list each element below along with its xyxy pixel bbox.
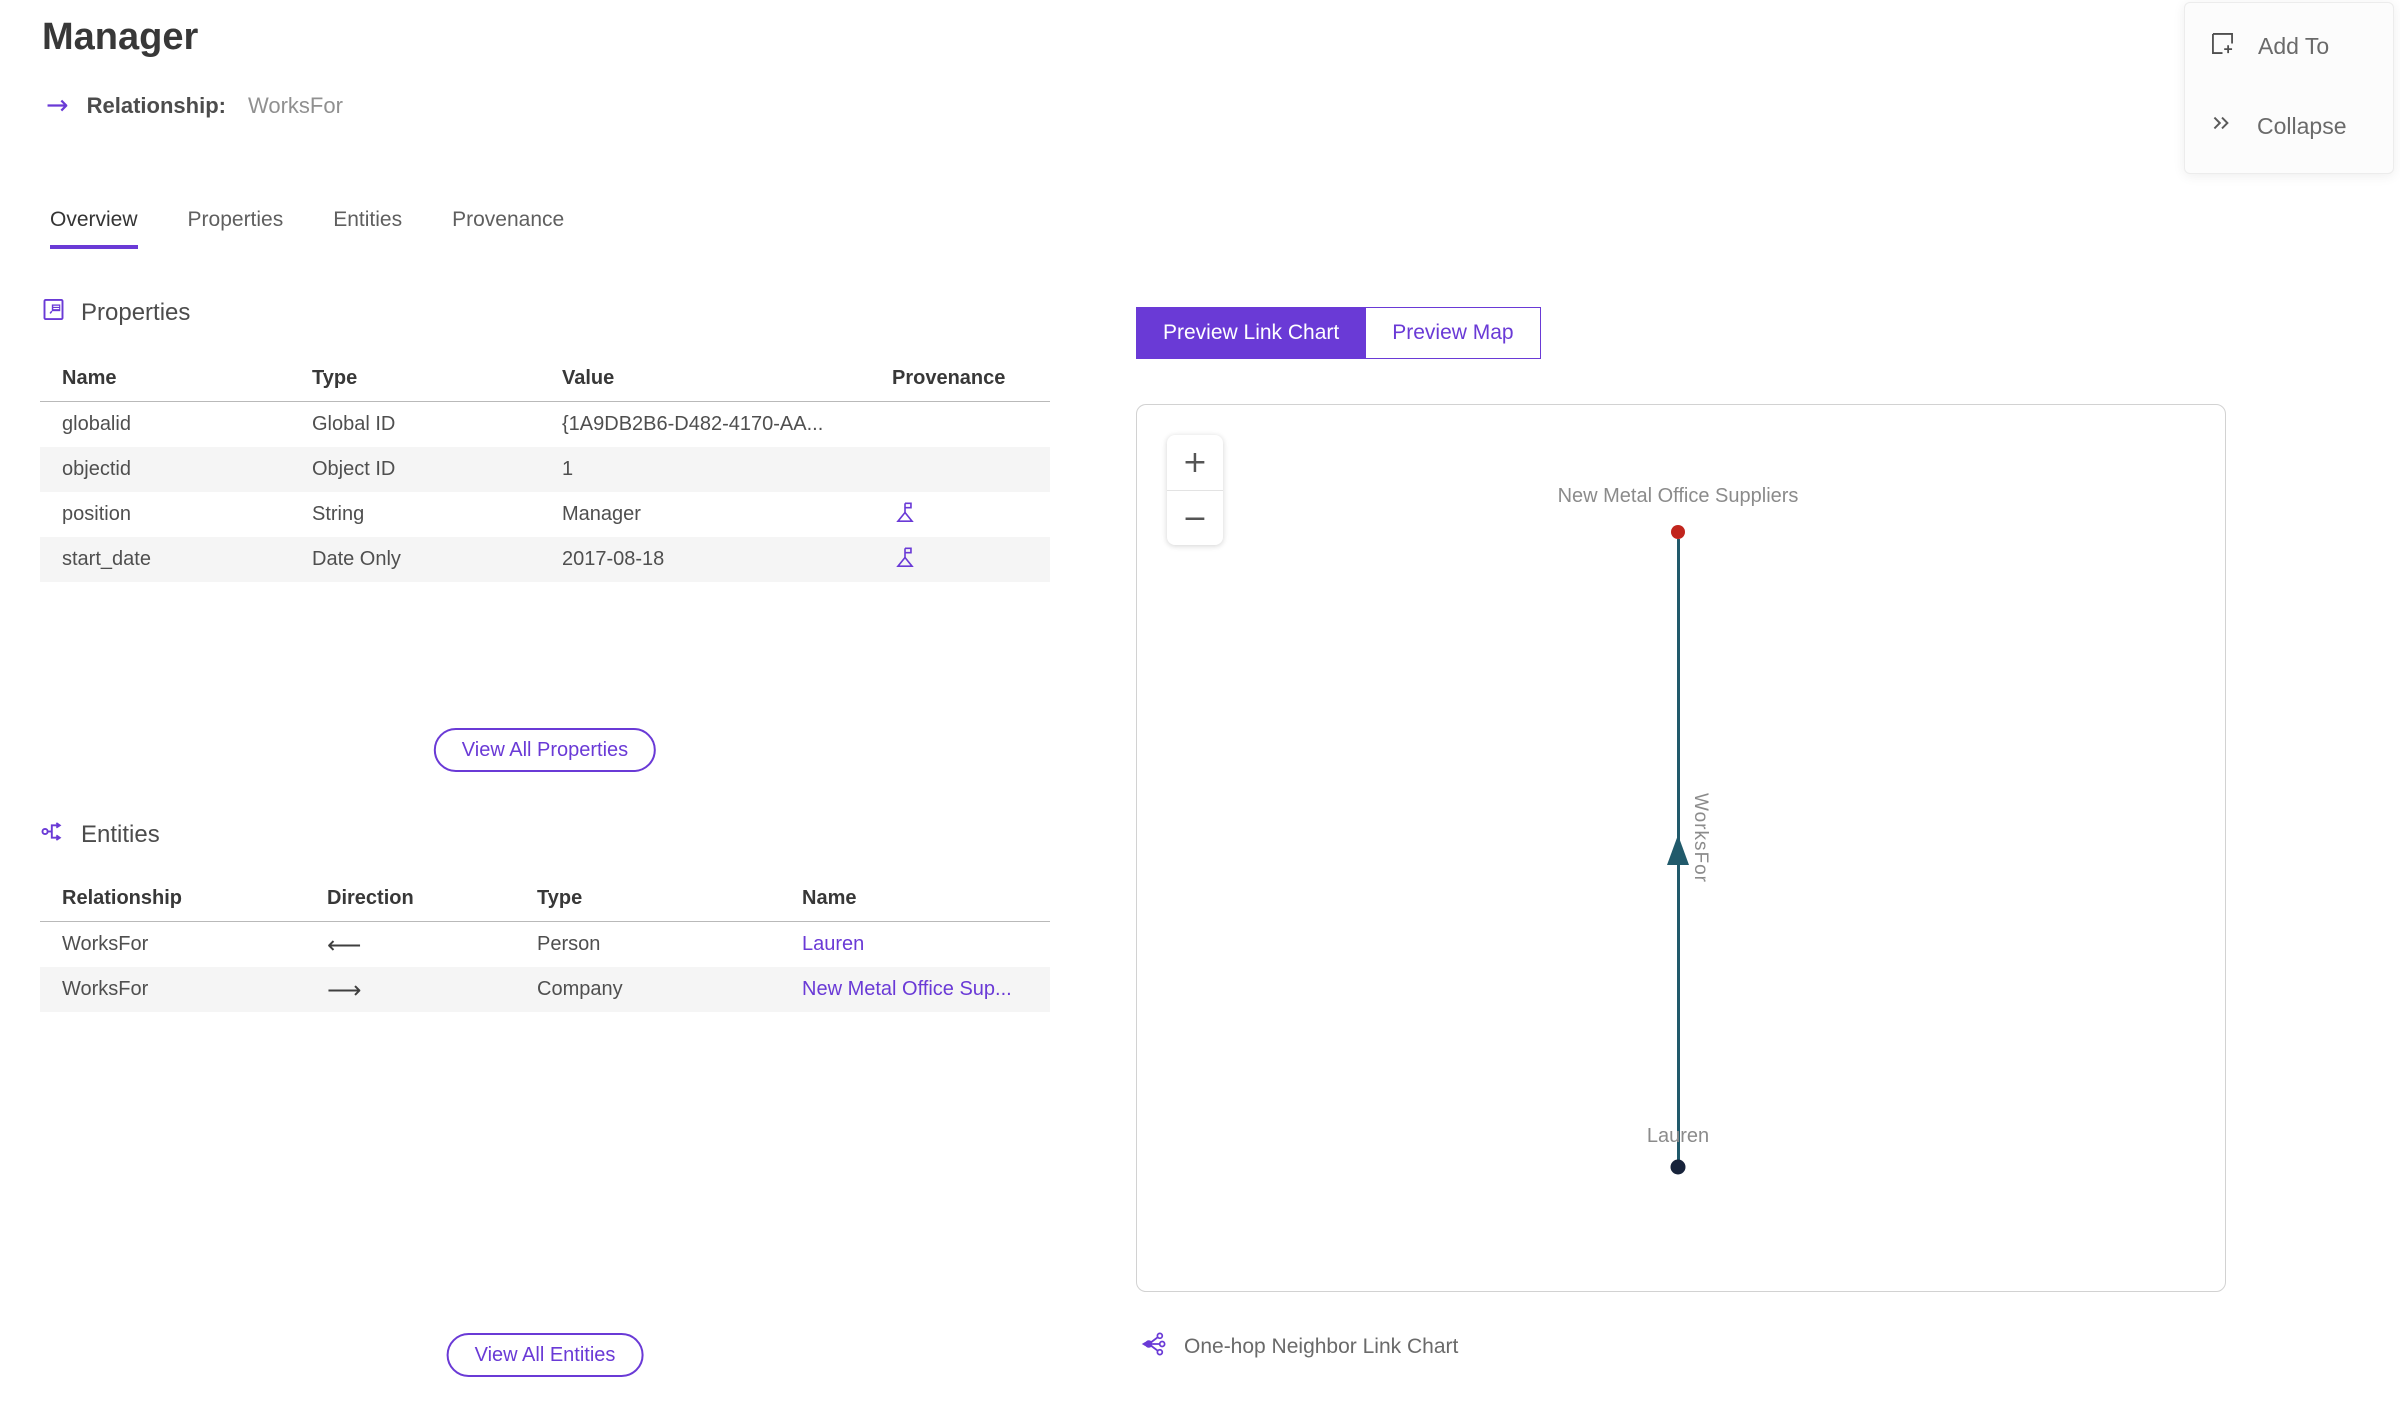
zoom-in-button[interactable]: + <box>1167 435 1223 490</box>
table-row: objectid Object ID 1 <box>40 447 1050 492</box>
col-header-name: Name <box>62 367 117 389</box>
actions-card: Add To Collapse <box>2184 2 2394 174</box>
properties-section-header: Properties <box>40 296 190 330</box>
properties-section-title: Properties <box>81 299 191 326</box>
preview-link-chart-button[interactable]: Preview Link Chart <box>1136 307 1367 359</box>
entity-type: Company <box>537 978 623 1000</box>
prop-value: {1A9DB2B6-D482-4170-AA... <box>562 413 824 435</box>
preview-toggle: Preview Link Chart Preview Map <box>1136 307 1541 359</box>
zoom-control: + − <box>1167 435 1223 545</box>
prop-name: position <box>62 503 131 525</box>
relationship-label: Relationship: <box>86 92 226 118</box>
prop-type: Global ID <box>312 413 396 435</box>
entity-relationship: WorksFor <box>62 933 149 955</box>
col-header-direction: Direction <box>327 887 414 909</box>
link-chart-panel: + − WorksFor New Metal Office Suppliers … <box>1136 404 2226 1292</box>
page-title: Manager <box>42 16 199 58</box>
prop-name: start_date <box>62 548 151 570</box>
one-hop-link-chart-icon <box>1140 1330 1168 1364</box>
entity-relationship: WorksFor <box>62 978 149 1000</box>
zoom-out-button[interactable]: − <box>1167 490 1223 545</box>
view-all-properties-button[interactable]: View All Properties <box>433 728 657 772</box>
properties-table: Name Type Value Provenance globalid Glob… <box>40 356 1050 582</box>
col-header-value: Value <box>562 367 615 389</box>
prop-value: 1 <box>562 458 574 480</box>
properties-table-header: Name Type Value Provenance <box>40 356 1050 402</box>
col-header-provenance: Provenance <box>892 367 1006 389</box>
relationship-value: WorksFor <box>247 92 343 118</box>
node-label-person: Lauren <box>1646 1125 1710 1147</box>
col-header-relationship: Relationship <box>62 887 183 909</box>
link-chart-caption: One-hop Neighbor Link Chart <box>1140 1330 1458 1364</box>
table-row: WorksFor ⟵ Person Lauren <box>40 922 1050 967</box>
entity-name-link[interactable]: New Metal Office Sup... <box>802 978 1012 1000</box>
prop-type: String <box>312 503 365 525</box>
col-header-type: Type <box>312 367 358 389</box>
relationship-arrow-icon: → <box>46 90 69 121</box>
relationship-subtitle: → Relationship: WorksFor <box>46 92 343 119</box>
table-row: start_date Date Only 2017-08-18 <box>40 537 1050 582</box>
collapse-icon <box>2209 110 2235 142</box>
tab-provenance[interactable]: Provenance <box>452 208 564 249</box>
table-row: position String Manager <box>40 492 1050 537</box>
entities-section-title: Entities <box>81 821 160 848</box>
node-company[interactable] <box>1671 525 1685 539</box>
entities-icon <box>40 818 67 852</box>
properties-icon <box>40 296 67 330</box>
tab-entities[interactable]: Entities <box>333 208 402 249</box>
detail-tabs: Overview Properties Entities Provenance <box>50 208 564 249</box>
collapse-label: Collapse <box>2257 112 2347 139</box>
table-row: globalid Global ID {1A9DB2B6-D482-4170-A… <box>40 402 1050 447</box>
entities-section-header: Entities <box>40 818 160 852</box>
tab-properties[interactable]: Properties <box>188 208 284 249</box>
entities-table: Relationship Direction Type Name WorksFo… <box>40 876 1050 1012</box>
prop-type: Date Only <box>312 548 401 570</box>
entity-name-link[interactable]: Lauren <box>802 933 864 955</box>
prop-value: Manager <box>562 503 641 525</box>
view-all-entities-button[interactable]: View All Entities <box>446 1333 644 1377</box>
node-label-company: New Metal Office Suppliers <box>1557 485 1799 507</box>
add-to-label: Add To <box>2258 32 2330 59</box>
prop-name: globalid <box>62 413 131 435</box>
tab-overview[interactable]: Overview <box>50 208 138 249</box>
direction-arrow-icon: ⟶ <box>327 975 362 1004</box>
prop-type: Object ID <box>312 458 396 480</box>
add-to-icon <box>2209 30 2236 63</box>
prop-value: 2017-08-18 <box>562 548 665 570</box>
add-to-button[interactable]: Add To <box>2209 23 2393 69</box>
table-row: WorksFor ⟶ Company New Metal Office Sup.… <box>40 967 1050 1012</box>
direction-arrow-icon: ⟵ <box>327 930 362 959</box>
entity-type: Person <box>537 933 601 955</box>
provenance-flag-icon[interactable] <box>870 544 1050 576</box>
col-header-name: Name <box>802 887 857 909</box>
node-person[interactable] <box>1670 1159 1686 1175</box>
collapse-button[interactable]: Collapse <box>2209 103 2393 149</box>
edge-label: WorksFor <box>1690 793 1711 883</box>
col-header-type: Type <box>537 887 583 909</box>
link-chart-caption-text: One-hop Neighbor Link Chart <box>1184 1335 1459 1358</box>
provenance-flag-icon[interactable] <box>870 499 1050 531</box>
edge-arrowhead-icon <box>1667 835 1689 865</box>
prop-name: objectid <box>62 458 131 480</box>
preview-map-button[interactable]: Preview Map <box>1366 307 1541 359</box>
entities-table-header: Relationship Direction Type Name <box>40 876 1050 922</box>
